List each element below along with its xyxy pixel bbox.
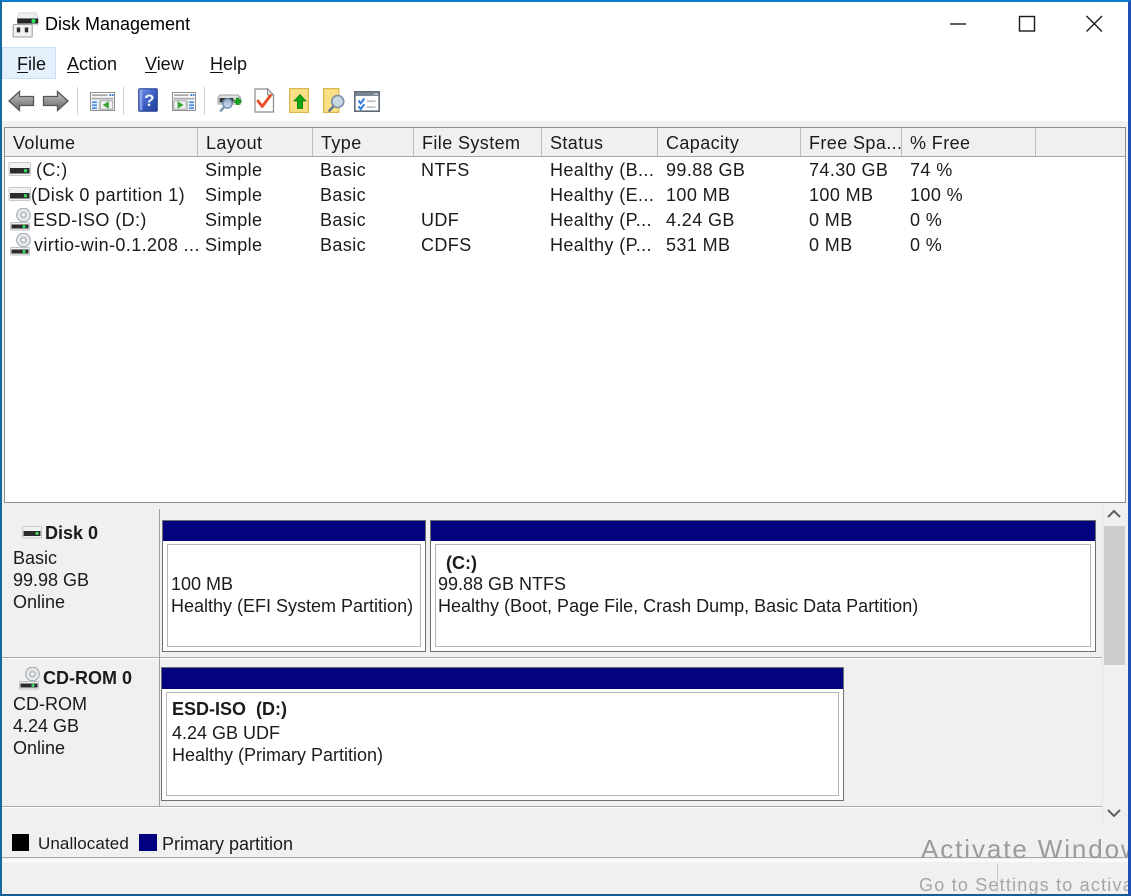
svg-text:?: ?: [144, 91, 154, 110]
